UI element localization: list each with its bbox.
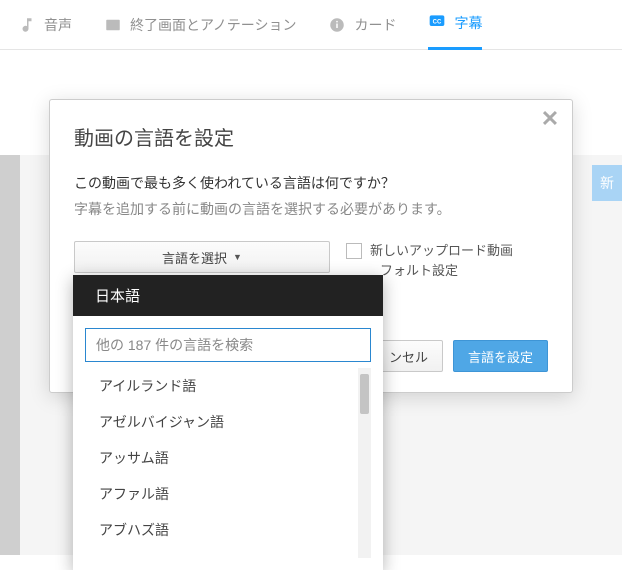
language-option[interactable]: アフリカーンス語 [85,548,371,558]
language-dropdown: 日本語 アイルランド語 アゼルバイジャン語 アッサム語 アファル語 アブハズ語 … [73,275,383,570]
tab-audio[interactable]: 音声 [18,0,72,50]
tab-label: カード [354,15,396,35]
dropdown-selected[interactable]: 日本語 [73,275,383,316]
tab-label: 終了画面とアノテーション [130,15,296,35]
modal-question: この動画で最も多く使われている言語は何ですか？ [74,173,548,193]
language-select-button[interactable]: 言語を選択 ▼ [74,241,330,273]
info-icon [328,16,346,34]
chevron-down-icon: ▼ [233,252,242,262]
language-search-input[interactable] [85,328,371,362]
endscreen-icon [104,16,122,34]
scrollbar-track[interactable] [358,368,371,558]
tab-cards[interactable]: カード [328,0,396,50]
language-option[interactable]: アッサム語 [85,440,371,476]
modal-description: 字幕を追加する前に動画の言語を選択する必要があります。 [74,199,548,219]
language-list: アイルランド語 アゼルバイジャン語 アッサム語 アファル語 アブハズ語 アフリカ… [85,368,371,558]
select-label: 言語を選択 [162,248,227,267]
scrollbar-thumb[interactable] [360,374,369,414]
svg-text:CC: CC [433,19,442,25]
modal-title: 動画の言語を設定 [74,122,548,151]
language-option[interactable]: アイルランド語 [85,368,371,404]
tab-subtitles[interactable]: CC 字幕 [428,0,482,50]
language-option[interactable]: アブハズ語 [85,512,371,548]
cancel-button[interactable]: ンセル [374,340,443,372]
checkbox-label: 新しいアップロード動画 フォルト設定 [370,241,513,280]
language-option[interactable]: アファル語 [85,476,371,512]
tab-endscreen[interactable]: 終了画面とアノテーション [104,0,296,50]
tab-label: 字幕 [454,13,482,33]
music-note-icon [18,16,36,34]
background-left-strip [0,155,20,555]
confirm-button[interactable]: 言語を設定 [453,340,548,372]
tab-label: 音声 [44,15,72,35]
close-icon[interactable]: ✕ [538,108,562,132]
cc-icon: CC [428,14,446,32]
language-option[interactable]: アゼルバイジャン語 [85,404,371,440]
top-tabs: 音声 終了画面とアノテーション カード CC 字幕 [0,0,622,50]
checkbox-icon[interactable] [346,243,362,259]
partial-button-right[interactable]: 新 [592,165,622,201]
